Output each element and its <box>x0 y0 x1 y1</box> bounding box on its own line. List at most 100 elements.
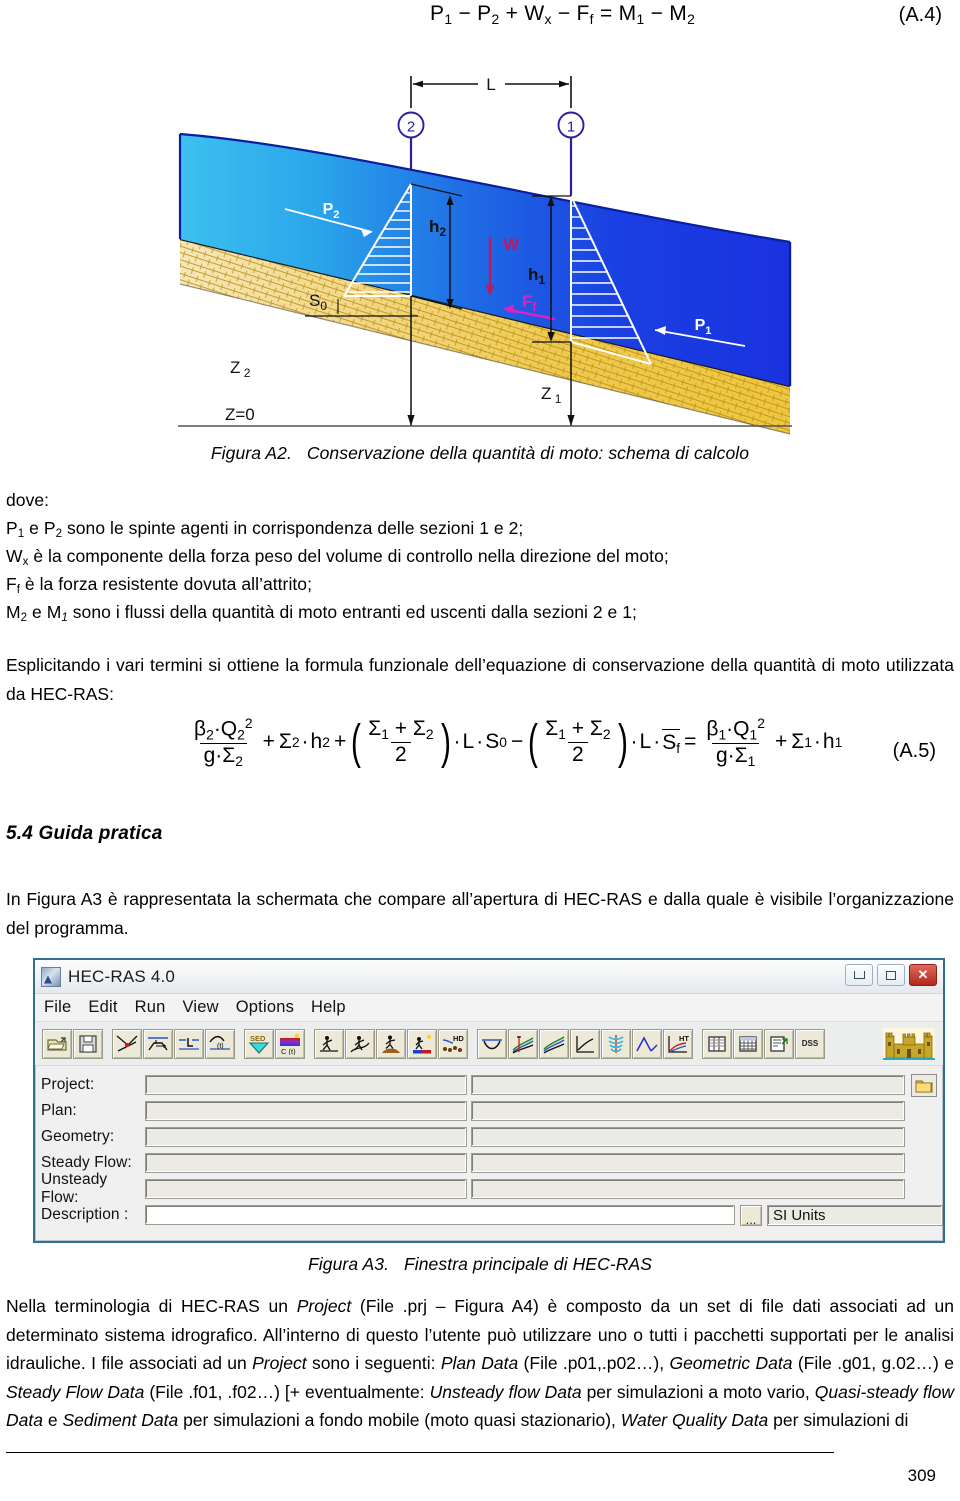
input-description[interactable] <box>145 1205 735 1225</box>
toolbar-group-file <box>42 1028 103 1059</box>
steady-flow-data-icon[interactable] <box>174 1028 204 1059</box>
close-button[interactable]: ✕ <box>909 964 937 986</box>
definition-p: P1 e P2 sono le spinte agenti in corrisp… <box>6 518 524 541</box>
equation-a5-number: (A.5) <box>892 740 936 762</box>
menu-run[interactable]: Run <box>135 998 166 1017</box>
input-plan-path[interactable] <box>471 1101 905 1121</box>
label-steady-flow: Steady Flow: <box>41 1154 132 1171</box>
water-quality-analysis-icon[interactable] <box>407 1028 437 1059</box>
open-project-icon[interactable] <box>42 1028 72 1059</box>
figure-a2: L 2 1 P2 P1 W Ff h2 h1 S0 Z 2 Z 1 Z=0 <box>0 34 960 439</box>
window-controls: ✕ <box>845 964 937 986</box>
water-quality-data-icon[interactable]: C (t) <box>275 1028 305 1059</box>
label-project: Project: <box>41 1076 95 1093</box>
input-geometry-path[interactable] <box>471 1127 905 1147</box>
input-plan-name[interactable] <box>145 1101 467 1121</box>
figure-a3-caption-label: Figura A3. <box>307 1254 390 1274</box>
cross-section-plot-icon[interactable] <box>477 1028 507 1059</box>
menu-file[interactable]: File <box>44 998 71 1017</box>
input-unsteady-flow-path[interactable] <box>471 1179 905 1199</box>
field-row-project: Project: <box>35 1072 943 1098</box>
footer-rule <box>6 1452 834 1453</box>
definition-m: M2 e M1 sono i flussi della quantità di … <box>6 602 637 625</box>
hecras-app-icon <box>41 966 61 987</box>
stage-flow-hydrograph-icon[interactable] <box>632 1028 662 1059</box>
general-profile-plot-icon[interactable] <box>539 1028 569 1059</box>
equation-a5-body: β2·Q22 g·Σ2 + Σ 2 · h 2 + ( Σ1 + Σ2 2 ) · L · S 0 −… <box>194 715 843 769</box>
toolbar-group-sediment: SED C (t) <box>244 1028 305 1059</box>
section-marker-1-label: 1 <box>567 119 575 136</box>
hydraulic-property-plot-icon[interactable]: HT <box>663 1028 693 1059</box>
cross-section-data-icon[interactable] <box>143 1028 173 1059</box>
svg-text:HT: HT <box>679 1034 689 1043</box>
description-expand-button[interactable]: ... <box>740 1204 762 1226</box>
steady-flow-analysis-icon[interactable] <box>314 1028 344 1059</box>
label-description: Description : <box>41 1206 129 1223</box>
units-indicator[interactable]: SI Units <box>767 1204 943 1226</box>
profile-summary-table-icon[interactable] <box>733 1028 763 1059</box>
elevation-dimension-z2-label: Z 2 <box>230 358 251 380</box>
field-row-geometry: Geometry: <box>35 1124 943 1150</box>
input-project-name[interactable] <box>145 1075 467 1095</box>
section-heading-guida-pratica: 5.4 Guida pratica <box>6 823 163 844</box>
save-project-icon[interactable] <box>73 1028 103 1059</box>
open-folder-button[interactable] <box>911 1073 937 1097</box>
section-marker-2-label: 2 <box>407 119 415 136</box>
unsteady-flow-data-icon[interactable]: (t) <box>205 1028 235 1059</box>
hecras-main-window: HEC-RAS 4.0 ✕ File Edit Run View Options… <box>33 958 945 1243</box>
dss-label: DSS <box>801 1039 819 1048</box>
toolbar: (t) SED C (t) HD HT DSS <box>35 1022 943 1066</box>
rating-curve-icon[interactable] <box>570 1028 600 1059</box>
hydraulic-design-icon[interactable]: HD <box>438 1028 468 1059</box>
input-steady-flow-path[interactable] <box>471 1153 905 1173</box>
menu-help[interactable]: Help <box>311 998 346 1017</box>
sediment-analysis-icon[interactable] <box>376 1028 406 1059</box>
figure-a3-caption: Figura A3. Finestra principale di HEC-RA… <box>0 1254 960 1275</box>
dove-label: dove: <box>6 490 50 510</box>
input-unsteady-flow-name[interactable] <box>145 1179 467 1199</box>
dss-icon[interactable]: DSS <box>795 1028 825 1059</box>
profile-plot-icon[interactable] <box>508 1028 538 1059</box>
paragraph-in-figura-a3: In Figura A3 è rappresentata la schermat… <box>6 889 954 938</box>
menu-edit[interactable]: Edit <box>88 998 117 1017</box>
figure-a2-caption-label: Figura A2. <box>210 443 292 463</box>
window-titlebar[interactable]: HEC-RAS 4.0 ✕ <box>35 960 943 994</box>
field-row-plan: Plan: <box>35 1098 943 1124</box>
usace-castle-logo <box>883 1027 935 1060</box>
paragraph-terminologia: Nella terminologia di HEC-RAS un Project… <box>6 1296 954 1430</box>
label-unsteady-flow: Unsteady Flow: <box>41 1171 108 1206</box>
menu-options[interactable]: Options <box>236 998 294 1017</box>
svg-text:SED: SED <box>250 1034 266 1043</box>
minimize-button[interactable] <box>845 964 873 986</box>
equation-a4-body: P1 − P2 + Wx − Ff = M1 − M2 <box>430 2 696 27</box>
detailed-output-table-icon[interactable] <box>702 1028 732 1059</box>
window-title: HEC-RAS 4.0 <box>68 966 176 986</box>
maximize-icon <box>886 970 896 980</box>
toolbar-group-data: (t) <box>112 1028 235 1059</box>
menu-view[interactable]: View <box>183 998 219 1017</box>
xyz-perspective-icon[interactable] <box>601 1028 631 1059</box>
unsteady-flow-analysis-icon[interactable] <box>345 1028 375 1059</box>
figure-a2-caption: Figura A2. Conservazione della quantità … <box>0 443 960 464</box>
menubar: File Edit Run View Options Help <box>35 994 943 1022</box>
label-geometry: Geometry: <box>41 1128 115 1145</box>
sediment-data-icon[interactable]: SED <box>244 1028 274 1059</box>
river-schematic-icon[interactable] <box>112 1028 142 1059</box>
toolbar-group-tables: DSS <box>702 1028 825 1059</box>
input-geometry-name[interactable] <box>145 1127 467 1147</box>
input-project-path[interactable] <box>471 1075 905 1095</box>
toolbar-group-plots: HT <box>477 1028 693 1059</box>
input-steady-flow-name[interactable] <box>145 1153 467 1173</box>
length-dimension: L <box>410 75 572 108</box>
summary-report-icon[interactable] <box>764 1028 794 1059</box>
maximize-button[interactable] <box>877 964 905 986</box>
length-label: L <box>486 75 495 94</box>
page-number: 309 <box>907 1466 936 1485</box>
toolbar-group-analysis: HD <box>314 1028 468 1059</box>
label-plan: Plan: <box>41 1102 77 1119</box>
datum-label: Z=0 <box>225 405 255 424</box>
svg-text:(t): (t) <box>217 1043 224 1050</box>
folder-icon <box>915 1080 933 1092</box>
svg-text:C (t): C (t) <box>281 1047 296 1055</box>
field-row-steady-flow: Steady Flow: <box>35 1150 943 1176</box>
